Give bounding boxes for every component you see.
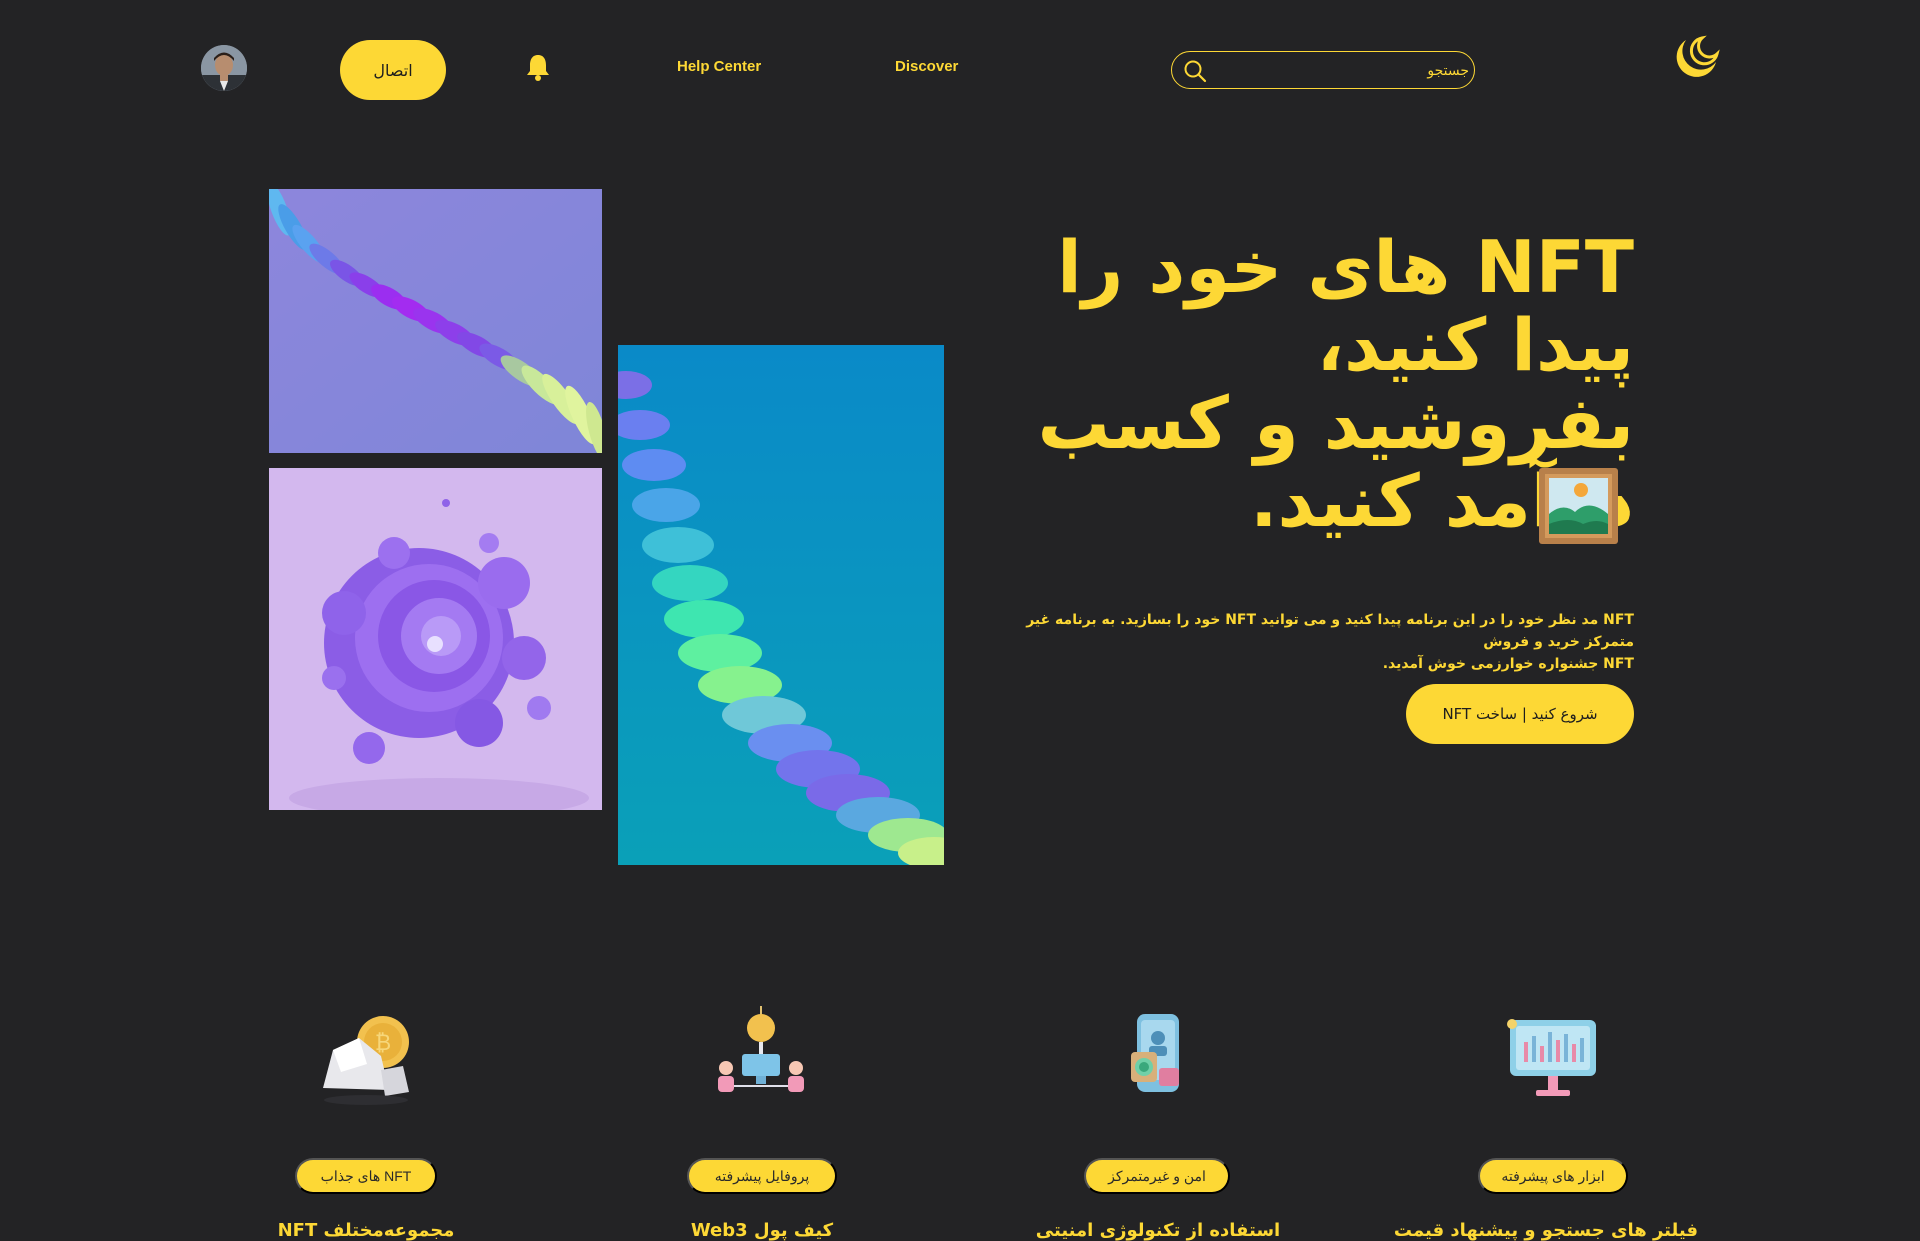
hero-description-line1: NFT مد نظر خود را در این برنامه پیدا کنی…: [1026, 612, 1634, 650]
bell-icon[interactable]: [524, 52, 552, 82]
connect-button[interactable]: اتصال: [340, 40, 446, 100]
svg-text:₿: ₿: [375, 1031, 391, 1056]
nft-artwork-purple-swirl[interactable]: [269, 468, 602, 810]
feature-title-3: استفاده از تکنولوژی امنیتی: [1035, 1220, 1281, 1241]
feature-title-1: مجموعه‌مختلف NFT: [277, 1220, 455, 1241]
crescent-logo-icon[interactable]: [1670, 32, 1720, 80]
coin-rock-icon: ₿: [311, 1008, 421, 1108]
feature-pill-4[interactable]: ابزار های پیشرفته: [1478, 1158, 1628, 1194]
start-create-nft-button[interactable]: شروع کنید | ساخت NFT: [1406, 684, 1634, 744]
feature-pill-3[interactable]: امن و غیرمتمرکز: [1084, 1158, 1230, 1194]
avatar-portrait-icon: [201, 45, 247, 91]
feature-pill-1[interactable]: NFT های جذاب: [295, 1158, 437, 1194]
nft-artwork-teal-wave[interactable]: [618, 345, 944, 865]
feature-title-2: کیف پول Web3: [690, 1220, 834, 1241]
chart-monitor-icon: [1498, 1008, 1608, 1108]
network-coin-icon: [706, 1004, 816, 1104]
search-icon[interactable]: [1183, 59, 1207, 83]
avatar[interactable]: [201, 45, 247, 91]
nft-artwork-spiral-ribbon[interactable]: [269, 189, 602, 453]
hero-description: NFT مد نظر خود را در این برنامه پیدا کنی…: [974, 609, 1634, 675]
hero-title: NFT های خود را پیدا کنید، بفروشید و کسب …: [1037, 225, 1634, 543]
framed-picture-icon: [1539, 468, 1618, 544]
nav-discover[interactable]: Discover: [895, 58, 958, 75]
hero-description-line2: NFT جشنواره خوارزمی خوش آمدید.: [1382, 656, 1634, 672]
search-input[interactable]: [1215, 55, 1471, 87]
feature-title-4: فیلتر های جستجو و پیشنهاد قیمت: [1393, 1220, 1698, 1241]
secure-wallet-icon: [1103, 1008, 1213, 1108]
nav-help-center[interactable]: Help Center: [677, 58, 761, 75]
feature-pill-2[interactable]: پروفایل پیشرفته: [687, 1158, 837, 1194]
